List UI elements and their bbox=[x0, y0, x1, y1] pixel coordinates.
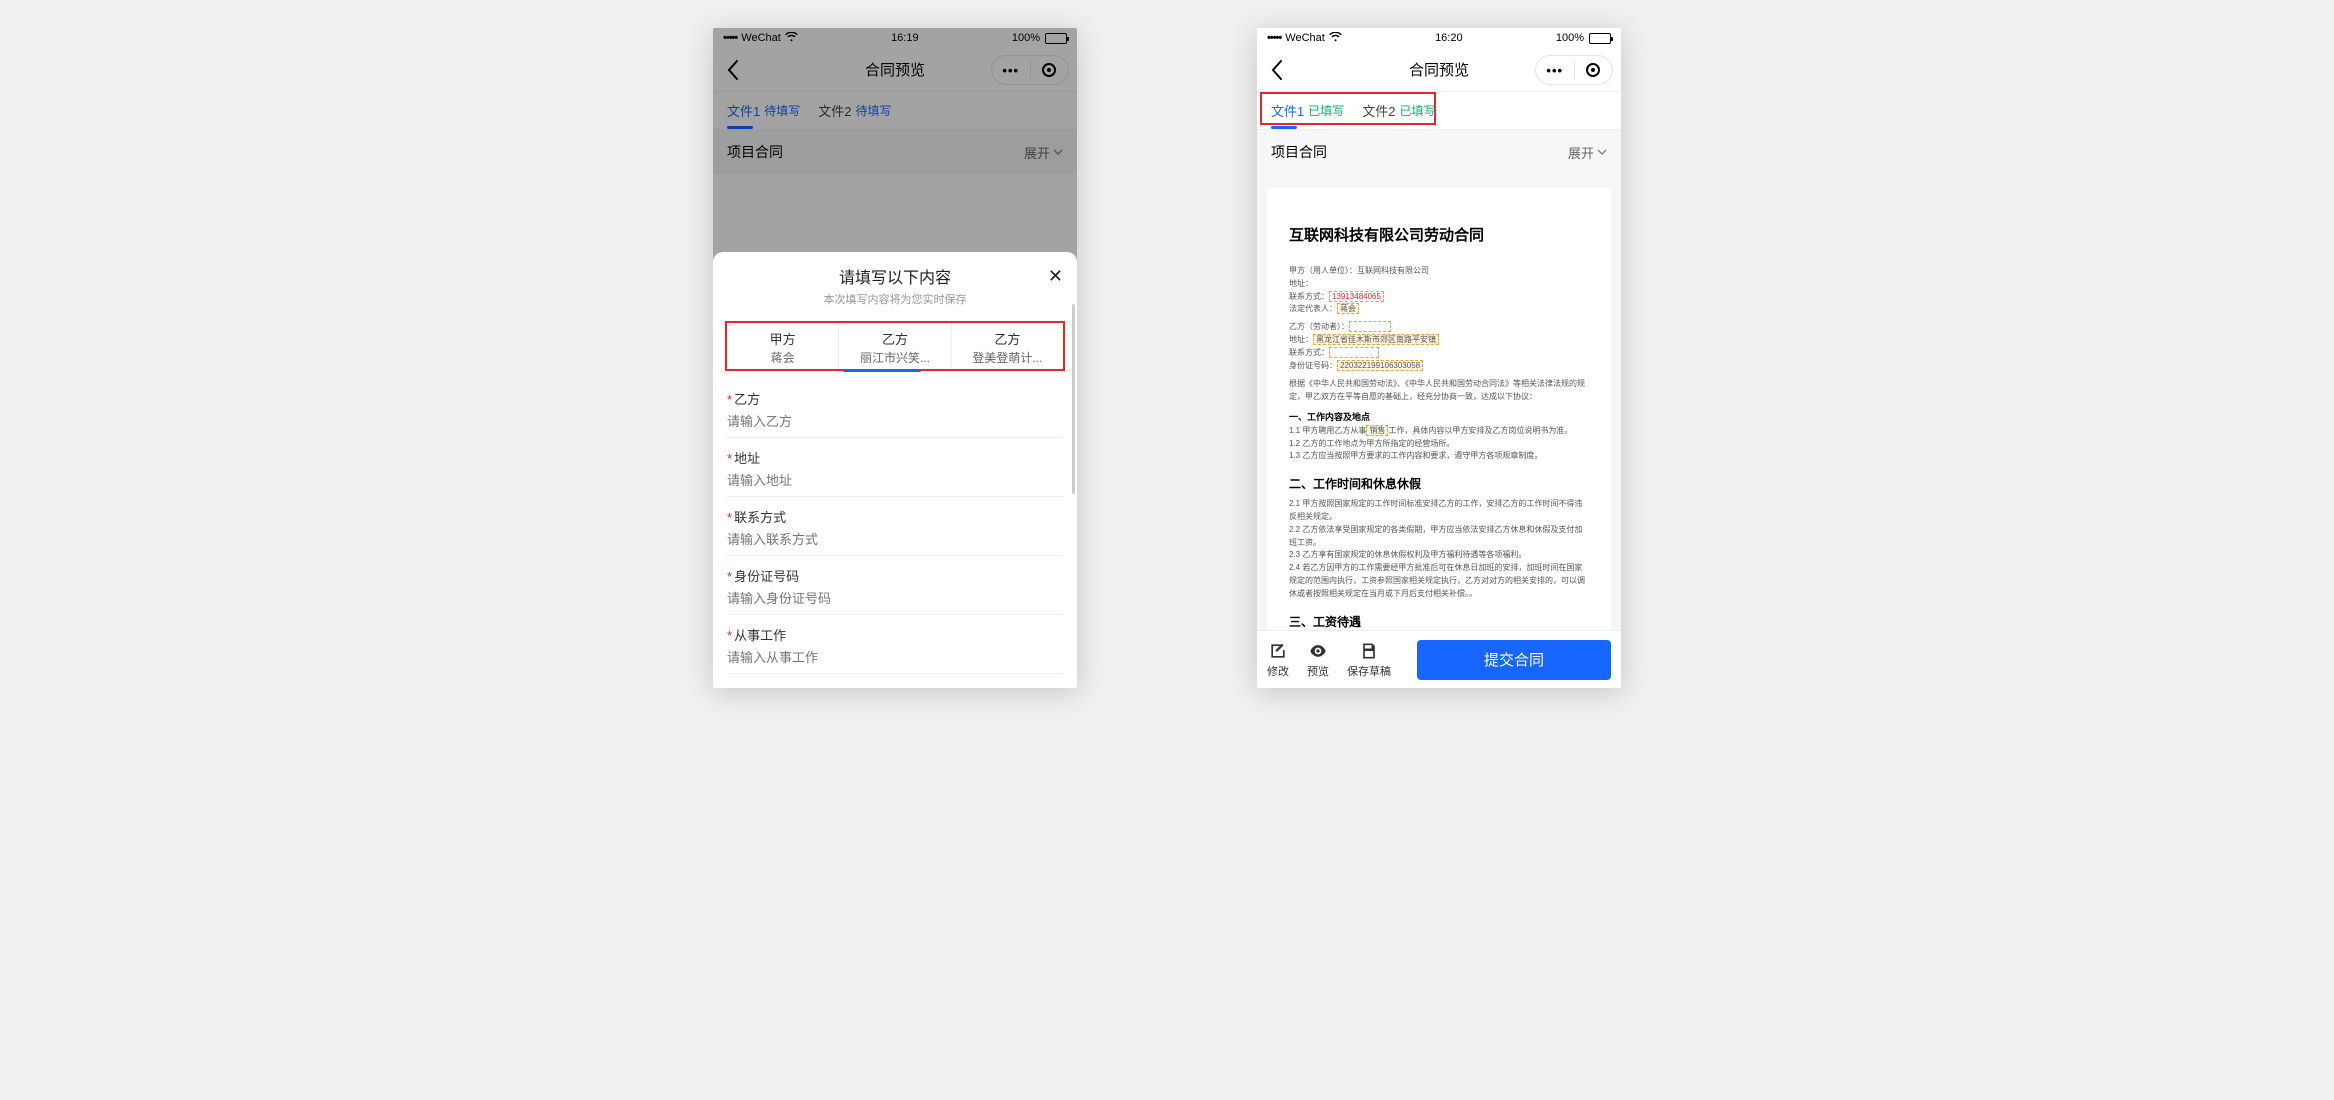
job-input[interactable] bbox=[727, 650, 1063, 665]
sheet-title: 请填写以下内容 bbox=[727, 264, 1063, 288]
field-row: *身份证号码 bbox=[727, 556, 1063, 615]
preview-button[interactable]: 预览 bbox=[1307, 641, 1329, 679]
section-header: 项目合同 展开 bbox=[1257, 130, 1621, 174]
field-row: *乙方 bbox=[727, 379, 1063, 438]
phone-right: ••••• WeChat 16:20 100% 合同预览 ••• 文件1 已填写 bbox=[1257, 28, 1621, 688]
close-button[interactable]: ✕ bbox=[1048, 266, 1063, 287]
expand-toggle[interactable]: 展开 bbox=[1568, 143, 1607, 162]
tab-file1[interactable]: 文件1 已填写 bbox=[1271, 101, 1344, 120]
contract-preview[interactable]: 互联网科技有限公司劳动合同 甲方（用人单位）：互联网科技有限公司 地址： 联系方… bbox=[1257, 174, 1621, 630]
wifi-icon bbox=[1329, 32, 1342, 45]
preview-icon bbox=[1308, 641, 1328, 661]
file-tabs: 文件1 已填写 文件2 已填写 bbox=[1257, 92, 1621, 130]
contact-input[interactable] bbox=[727, 532, 1063, 547]
miniprogram-capsule[interactable]: ••• bbox=[1535, 55, 1613, 85]
edit-button[interactable]: 修改 bbox=[1267, 641, 1289, 679]
doc-body: 甲方（用人单位）：互联网科技有限公司 地址： 联系方式：13913484065 … bbox=[1289, 265, 1589, 463]
scrollbar-thumb[interactable] bbox=[1072, 304, 1075, 494]
save-draft-button[interactable]: 保存草稿 bbox=[1347, 641, 1391, 679]
page-title: 合同预览 bbox=[1409, 59, 1469, 80]
yifang-input[interactable] bbox=[727, 414, 1063, 429]
status-bar: ••••• WeChat 16:20 100% bbox=[1257, 28, 1621, 48]
phone-left: ••••• WeChat 16:19 100% 合同预览 ••• 文件1 待填写 bbox=[713, 28, 1077, 688]
status-time: 16:20 bbox=[1435, 32, 1463, 44]
field-row: *地址 bbox=[727, 438, 1063, 497]
battery-icon bbox=[1589, 33, 1611, 44]
address-input[interactable] bbox=[727, 473, 1063, 488]
edit-icon bbox=[1268, 641, 1288, 661]
action-bar: 修改 预览 保存草稿 提交合同 bbox=[1257, 630, 1621, 688]
party-tabs-highlighted: 甲方 蒋会 乙方 丽江市兴笑... 乙方 登美登萌计... bbox=[725, 321, 1065, 371]
field-row: *联系方式 bbox=[727, 497, 1063, 556]
battery-percent: 100% bbox=[1556, 32, 1584, 44]
carrier-label: WeChat bbox=[1285, 32, 1325, 44]
save-icon bbox=[1359, 641, 1379, 661]
chevron-down-icon bbox=[1597, 149, 1607, 155]
contract-page: 互联网科技有限公司劳动合同 甲方（用人单位）：互联网科技有限公司 地址： 联系方… bbox=[1267, 188, 1611, 630]
party-tab-yi-2[interactable]: 乙方 登美登萌计... bbox=[952, 323, 1063, 369]
signal-dots-icon: ••••• bbox=[1267, 32, 1281, 44]
section-title: 项目合同 bbox=[1271, 142, 1327, 162]
fill-form-sheet: 请填写以下内容 本次填写内容将为您实时保存 ✕ 甲方 蒋会 乙方 丽江市兴笑..… bbox=[713, 252, 1077, 688]
tab-file2[interactable]: 文件2 已填写 bbox=[1362, 101, 1435, 120]
section-h2: 二、工作时间和休息休假 bbox=[1289, 475, 1589, 492]
sheet-subtitle: 本次填写内容将为您实时保存 bbox=[727, 291, 1063, 307]
capsule-menu-icon[interactable]: ••• bbox=[1536, 63, 1574, 78]
nav-bar: 合同预览 ••• bbox=[1257, 48, 1621, 92]
party-tab-jia[interactable]: 甲方 蒋会 bbox=[727, 323, 839, 369]
doc-title: 互联网科技有限公司劳动合同 bbox=[1289, 224, 1589, 245]
idcard-input[interactable] bbox=[727, 591, 1063, 606]
section-h3: 三、工资待遇 bbox=[1289, 613, 1589, 630]
capsule-close-icon[interactable] bbox=[1575, 63, 1613, 77]
active-tab-underline bbox=[843, 370, 921, 372]
form-fields: *乙方 *地址 *联系方式 *身份证号码 *从事工作 bbox=[713, 373, 1077, 688]
field-row: *从事工作 bbox=[727, 615, 1063, 674]
back-button[interactable] bbox=[1257, 48, 1297, 92]
submit-button[interactable]: 提交合同 bbox=[1417, 640, 1611, 680]
party-tab-yi-1[interactable]: 乙方 丽江市兴笑... bbox=[839, 323, 951, 369]
